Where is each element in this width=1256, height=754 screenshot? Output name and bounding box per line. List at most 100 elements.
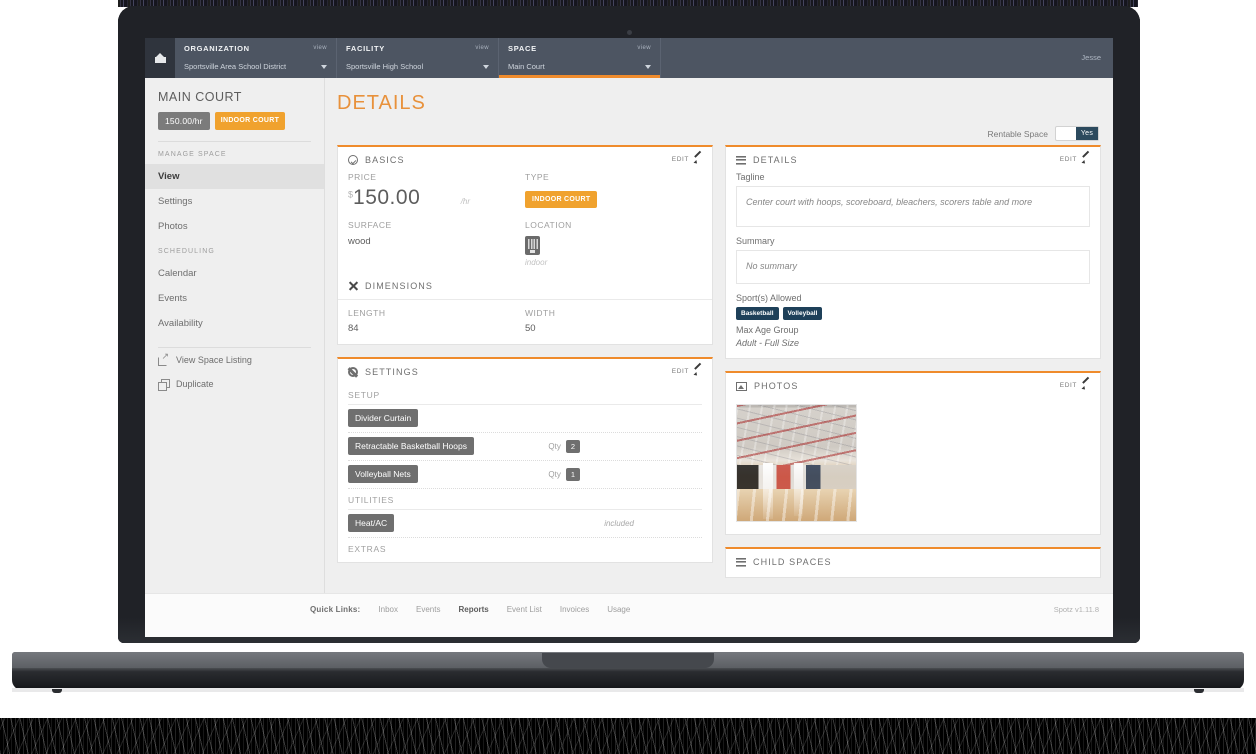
footer-link-inbox[interactable]: Inbox bbox=[378, 605, 398, 614]
user-menu[interactable]: Jesse bbox=[1081, 53, 1101, 62]
details-edit-button[interactable]: EDIT bbox=[1060, 155, 1091, 164]
rentable-space-toggle[interactable]: Yes bbox=[1055, 126, 1099, 141]
gear-icon bbox=[348, 367, 358, 377]
breadcrumb-facility[interactable]: FACILITY view Sportsville High School bbox=[337, 38, 499, 78]
price-field: PRICE $150.00 /hr bbox=[348, 172, 525, 210]
top-navigation-bar: ORGANIZATION view Sportsville Area Schoo… bbox=[145, 38, 1113, 78]
type-field: TYPE INDOOR COURT bbox=[525, 172, 702, 210]
extras-section-label: EXTRAS bbox=[348, 544, 387, 554]
summary-field[interactable]: No summary bbox=[736, 250, 1090, 284]
footer-link-event-list[interactable]: Event List bbox=[507, 605, 542, 614]
footer-link-invoices[interactable]: Invoices bbox=[560, 605, 589, 614]
surface-label: SURFACE bbox=[348, 220, 392, 230]
rentable-space-label: Rentable Space bbox=[987, 128, 1049, 139]
sidebar-scheduling-header: SCHEDULING bbox=[158, 248, 215, 255]
breadcrumb-space-view-link[interactable]: view bbox=[637, 45, 651, 51]
sidebar-item-label: Settings bbox=[158, 196, 193, 207]
quick-links: Quick Links: Inbox Events Reports Event … bbox=[310, 605, 630, 614]
utility-item-chip: Heat/AC bbox=[348, 514, 395, 532]
price-type-row: PRICE $150.00 /hr TYPE INDOOR COURT bbox=[348, 172, 702, 210]
dimensions-body: LENGTH 84 WIDTH 50 bbox=[338, 300, 712, 344]
gym-glare bbox=[763, 463, 774, 519]
sport-chip: Volleyball bbox=[782, 307, 823, 320]
breadcrumb-facility-value: Sportsville High School bbox=[346, 62, 424, 71]
sidebar-item-events[interactable]: Events bbox=[145, 286, 324, 311]
edit-label: EDIT bbox=[1059, 382, 1077, 389]
footer-link-reports[interactable]: Reports bbox=[458, 605, 488, 614]
details-card: DETAILS EDIT Tagline Center court with h… bbox=[725, 145, 1101, 359]
setup-qty: Qty 2 bbox=[548, 439, 580, 453]
home-icon bbox=[154, 53, 166, 63]
qty-label: Qty bbox=[548, 469, 561, 479]
settings-edit-button[interactable]: EDIT bbox=[672, 367, 703, 376]
page-title: DETAILS bbox=[337, 92, 426, 114]
gym-glare-2 bbox=[794, 463, 804, 517]
sidebar-item-calendar[interactable]: Calendar bbox=[145, 261, 324, 286]
price-value-row: $150.00 /hr bbox=[348, 186, 525, 210]
basics-card-body: PRICE $150.00 /hr TYPE INDOOR COURT SURF… bbox=[338, 172, 712, 277]
basics-edit-button[interactable]: EDIT bbox=[672, 155, 703, 164]
chevron-down-icon[interactable] bbox=[321, 65, 327, 69]
footer-link-events[interactable]: Events bbox=[416, 605, 440, 614]
laptop-base bbox=[12, 652, 1244, 693]
sidebar-space-title: MAIN COURT bbox=[158, 90, 242, 104]
type-label: TYPE bbox=[525, 172, 550, 182]
price-unit: /hr bbox=[460, 197, 471, 206]
main-content: DETAILS Rentable Space Yes BASICS EDIT P… bbox=[325, 78, 1113, 593]
edit-label: EDIT bbox=[671, 156, 689, 163]
photos-edit-button[interactable]: EDIT bbox=[1060, 381, 1091, 390]
sidebar-item-view-space-listing[interactable]: View Space Listing bbox=[145, 348, 324, 372]
basics-card-title: BASICS bbox=[365, 155, 405, 165]
sidebar-item-settings[interactable]: Settings bbox=[145, 189, 324, 214]
footer-link-usage[interactable]: Usage bbox=[607, 605, 630, 614]
setup-row: Volleyball Nets Qty 1 bbox=[348, 461, 702, 489]
summary-value: No summary bbox=[746, 261, 798, 271]
breadcrumb-facility-view-link[interactable]: view bbox=[475, 45, 489, 51]
details-card-title: DETAILS bbox=[753, 155, 798, 165]
length-label: LENGTH bbox=[348, 308, 386, 318]
width-field: WIDTH 50 bbox=[525, 308, 702, 334]
screenshot-root: ORGANIZATION view Sportsville Area Schoo… bbox=[0, 0, 1256, 754]
sidebar-item-photos[interactable]: Photos bbox=[145, 214, 324, 239]
breadcrumb-space-label: SPACE bbox=[508, 44, 537, 53]
sidebar-item-availability[interactable]: Availability bbox=[145, 311, 324, 336]
check-circle-icon bbox=[348, 155, 358, 165]
edit-label: EDIT bbox=[671, 368, 689, 375]
details-card-body: Tagline Center court with hoops, scorebo… bbox=[726, 172, 1100, 358]
price-label: PRICE bbox=[348, 172, 377, 182]
list-icon bbox=[736, 557, 746, 567]
pencil-icon bbox=[1082, 381, 1091, 390]
sidebar-item-label: View bbox=[158, 171, 180, 182]
breadcrumb-organization-view-link[interactable]: view bbox=[313, 45, 327, 51]
bottom-noise-strip bbox=[0, 718, 1256, 754]
settings-card: SETTINGS EDIT SETUP Divider Curtain Retr… bbox=[337, 357, 713, 563]
chevron-down-icon[interactable] bbox=[645, 65, 651, 69]
sidebar-item-duplicate[interactable]: Duplicate bbox=[145, 372, 324, 396]
dimensions-title: DIMENSIONS bbox=[365, 281, 434, 291]
photo-thumbnail[interactable] bbox=[736, 404, 857, 522]
sidebar-item-view[interactable]: View bbox=[145, 164, 324, 189]
dimensions-icon bbox=[348, 281, 358, 291]
tagline-value: Center court with hoops, scoreboard, ble… bbox=[746, 197, 1033, 207]
breadcrumb-space[interactable]: SPACE view Main Court bbox=[499, 38, 661, 78]
settings-card-header: SETTINGS EDIT bbox=[338, 359, 712, 384]
location-field: LOCATION indoor bbox=[525, 220, 702, 267]
settings-card-title: SETTINGS bbox=[365, 367, 419, 377]
location-label: LOCATION bbox=[525, 220, 572, 230]
length-field: LENGTH 84 bbox=[348, 308, 525, 334]
sports-allowed-label: Sport(s) Allowed bbox=[736, 293, 802, 303]
footer: Quick Links: Inbox Events Reports Event … bbox=[145, 593, 1113, 637]
chevron-down-icon[interactable] bbox=[483, 65, 489, 69]
max-age-group-value: Adult - Full Size bbox=[736, 338, 800, 348]
right-column: DETAILS EDIT Tagline Center court with h… bbox=[725, 145, 1101, 578]
edit-label: EDIT bbox=[1059, 156, 1077, 163]
length-value: 84 bbox=[348, 323, 359, 334]
setup-qty: Qty 1 bbox=[548, 467, 580, 481]
laptop-foot-right bbox=[1194, 689, 1204, 693]
tagline-field[interactable]: Center court with hoops, scoreboard, ble… bbox=[736, 186, 1090, 227]
qty-value: 2 bbox=[565, 439, 580, 453]
sidebar-type-badge: INDOOR COURT bbox=[214, 112, 286, 130]
rentable-space-toggle-value: Yes bbox=[1076, 127, 1098, 140]
breadcrumb-organization[interactable]: ORGANIZATION view Sportsville Area Schoo… bbox=[175, 38, 337, 78]
home-button[interactable] bbox=[145, 38, 175, 78]
